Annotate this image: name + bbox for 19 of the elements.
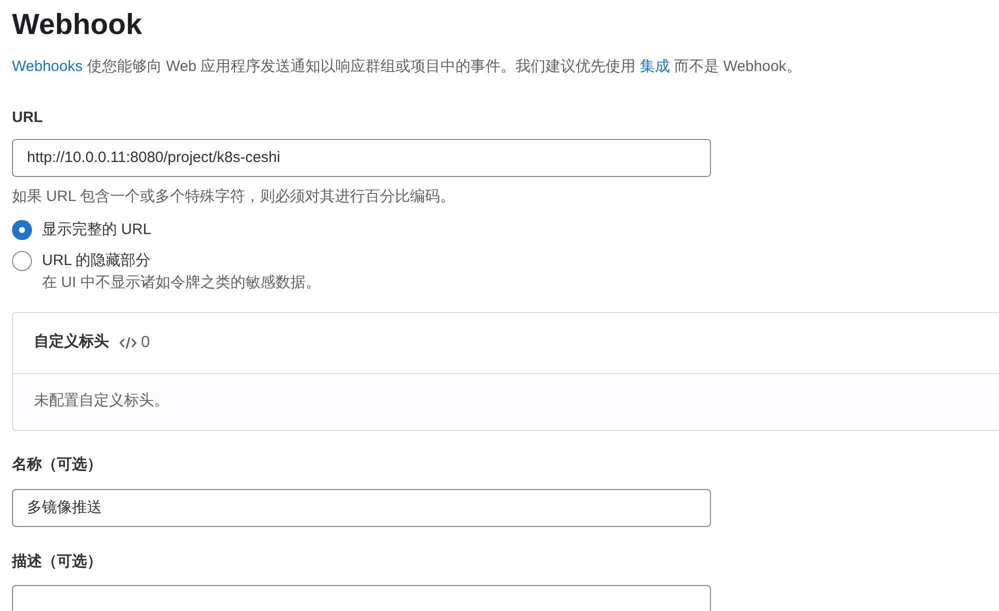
radio-hint: 在 UI 中不显示诸如令牌之类的敏感数据。 — [42, 272, 320, 292]
radio-label[interactable]: 显示完整的 URL — [42, 218, 152, 240]
name-field[interactable]: 多镜像推送 — [12, 488, 711, 526]
field-label: 描述（可选） — [12, 552, 102, 572]
card-title: 自定义标头 — [34, 332, 109, 352]
field-label: 名称（可选） — [12, 454, 102, 474]
url-field[interactable]: http://10.0.0.11:8080/project/k8s-ceshi — [12, 138, 711, 176]
empty-text: 未配置自定义标头。 — [34, 391, 169, 412]
link[interactable]: 集成 — [640, 58, 670, 75]
radio-label[interactable]: URL 的隐藏部分 — [42, 250, 151, 272]
radio-button[interactable] — [12, 220, 32, 240]
intro-text: Webhooks 使您能够向 Web 应用程序发送通知以响应群组或项目中的事件。我们建议优先使用 集成 而不是 Webhook。 — [12, 57, 802, 77]
code-icon — [119, 334, 137, 350]
link[interactable]: Webhooks — [12, 58, 83, 75]
field-label: URL — [12, 108, 43, 128]
radio-button[interactable] — [12, 250, 32, 270]
help-text: 如果 URL 包含一个或多个特殊字符，则必须对其进行百分比编码。 — [12, 186, 455, 206]
page-title: Webhook — [12, 8, 142, 43]
header-count: 0 — [141, 332, 150, 352]
